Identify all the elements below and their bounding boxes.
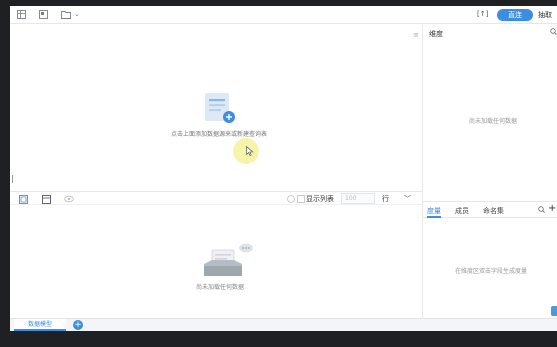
add-measure-button[interactable]: + [548, 204, 556, 214]
chevron-down-icon[interactable]: ⌄ [74, 10, 80, 18]
folder-icon[interactable] [60, 9, 71, 20]
sheet-tab-bar: 数据模型 + [10, 318, 557, 331]
canvas-hint-text: 点击上面添加数据源来或新建查询表 [170, 131, 267, 138]
tab-member[interactable]: 成员 [455, 206, 469, 216]
resize-handle[interactable] [12, 175, 13, 183]
app-window: ⌄ [↑] 直连 抽取 ≡ 点击上面添加数据源来或新建查询表 显示列表 100 … [10, 6, 557, 331]
table-view-icon[interactable] [18, 194, 28, 204]
eye-icon[interactable] [64, 194, 74, 204]
preview-window-icon[interactable] [41, 194, 51, 204]
dimension-title: 维度 [429, 30, 443, 38]
top-toolbar: ⌄ [↑] 直连 抽取 [10, 6, 557, 24]
datasource-canvas[interactable]: ≡ 点击上面添加数据源来或新建查询表 [10, 25, 422, 191]
refresh-icon[interactable] [296, 194, 306, 204]
tab-data-model[interactable]: 数据模型 [14, 319, 66, 331]
layout-icon[interactable] [38, 9, 49, 20]
dimension-empty-text: 尚未加载任何数据 [468, 118, 517, 125]
measure-tabs: 度量 成员 命名集 + [423, 202, 557, 218]
measure-search-icon[interactable] [538, 206, 545, 215]
search-icon[interactable] [550, 28, 557, 37]
side-expand-tab[interactable] [551, 306, 557, 316]
tab-measure[interactable]: 度量 [427, 206, 441, 216]
active-tab-indicator [427, 216, 441, 218]
direct-connect-button[interactable]: 直连 [497, 9, 533, 21]
expand-button[interactable]: [↑] [477, 10, 488, 18]
extract-button[interactable]: 抽取 [538, 10, 552, 20]
dimension-panel: 维度 尚未加载任何数据 [423, 25, 557, 201]
mouse-cursor-icon [246, 146, 254, 156]
add-datasource-illustration [205, 93, 235, 123]
tab-named-set[interactable]: 命名集 [483, 206, 504, 216]
collapse-chevron-icon[interactable]: ﹀ [404, 194, 411, 204]
empty-inbox-illustration [204, 243, 253, 276]
show-rows-label: 显示列表 [306, 195, 334, 203]
row-count-input[interactable]: 100 [341, 193, 375, 204]
panel-menu-icon[interactable]: ≡ [413, 31, 419, 39]
grid-view-icon[interactable] [16, 9, 27, 20]
rows-unit-label: 行 [382, 195, 389, 203]
data-preview-area: 尚未加载任何数据 [10, 206, 422, 318]
measure-panel: 度量 成员 命名集 + 在维度区双击字段生成度量 [423, 201, 557, 318]
clock-icon[interactable] [286, 194, 296, 204]
preview-empty-text: 尚未加载任何数据 [195, 284, 244, 291]
measure-empty-text: 在维度区双击字段生成度量 [454, 268, 527, 275]
add-sheet-button[interactable]: + [73, 320, 83, 330]
preview-toolbar: 显示列表 100 行 ﹀ [10, 191, 422, 205]
